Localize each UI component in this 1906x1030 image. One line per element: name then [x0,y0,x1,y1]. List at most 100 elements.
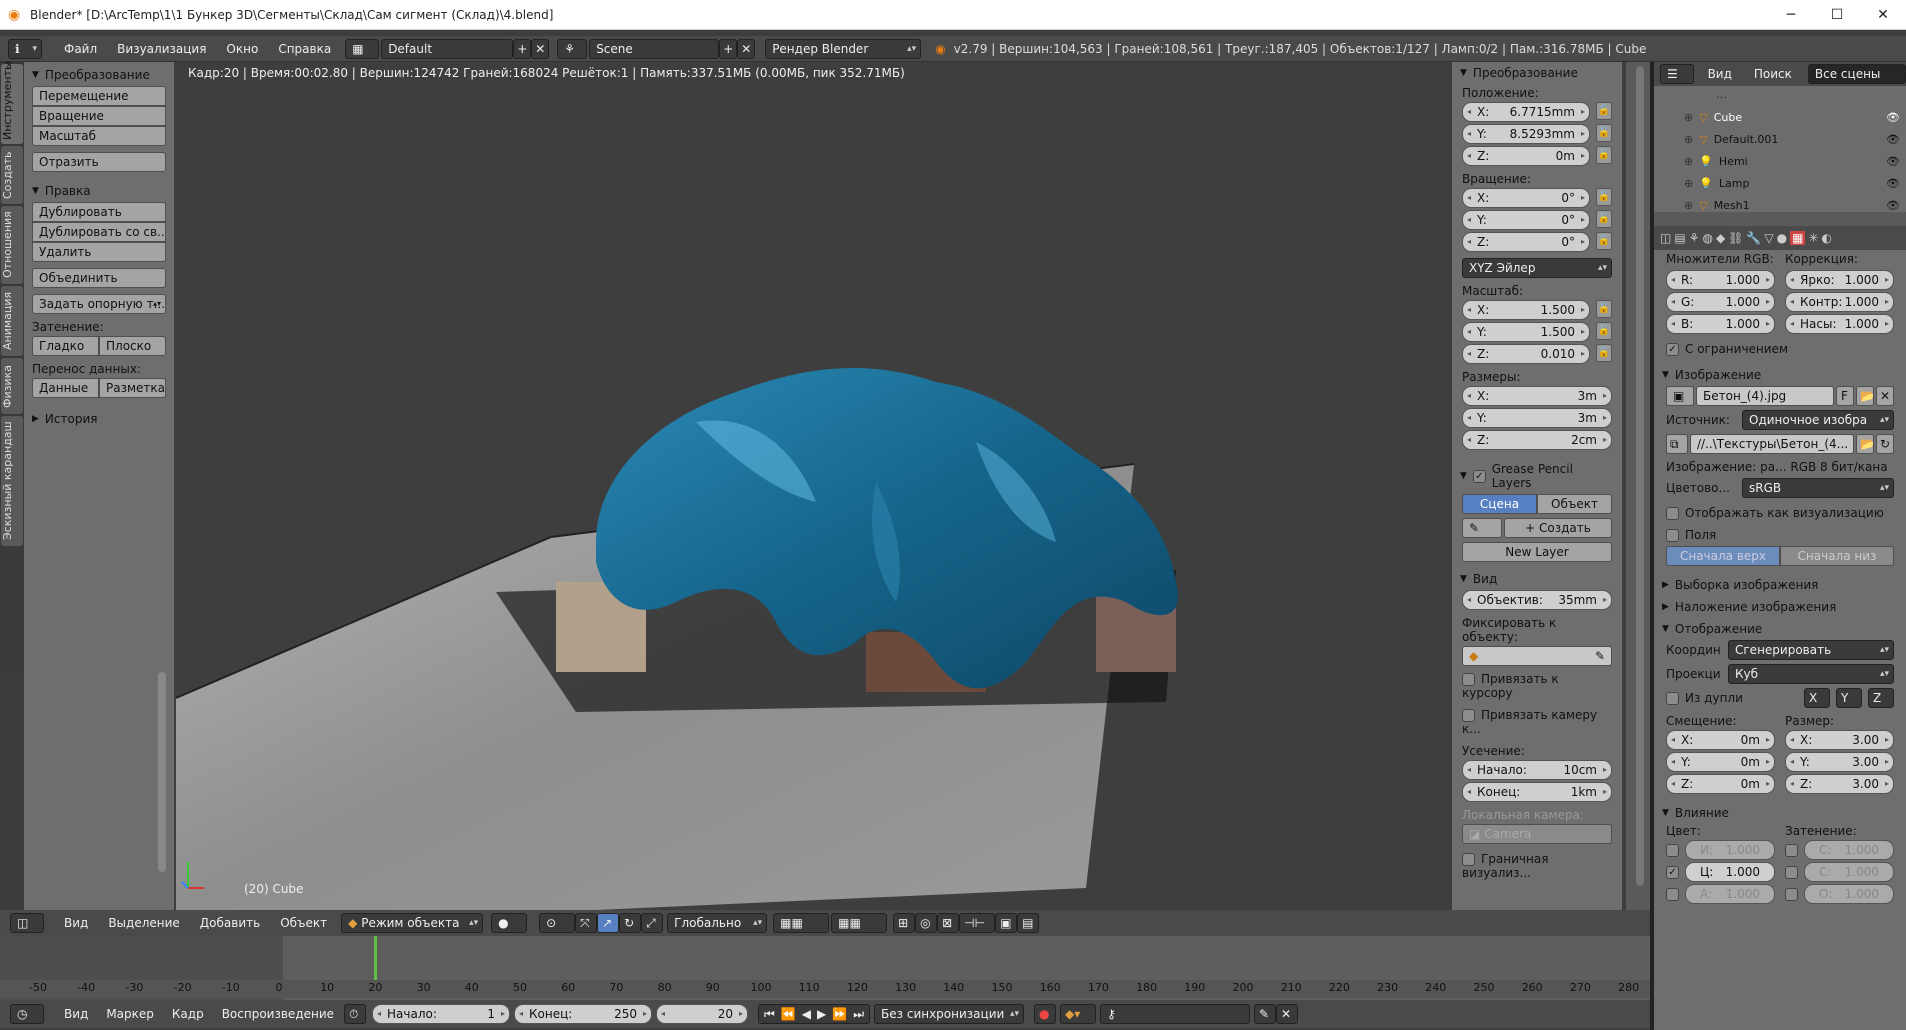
timeline[interactable]: -50 -40 -30 -20 -10 0 10 20 30 40 50 60 70 80 90 100 110… [0,936,1650,1000]
set-origin-select[interactable]: Задать опорную т... ▴▾ [32,294,166,314]
tab-grease-pencil[interactable]: Эскизный карандаш [1,416,23,546]
render-icon[interactable]: ◫ [1660,231,1671,245]
timeline-menu-frame[interactable]: Кадр [172,1007,204,1021]
manipulator-icon[interactable]: ⤧ [575,913,598,933]
lock-icon[interactable]: 🔓 [1596,146,1612,164]
outliner-editor-icon[interactable]: ☰ [1660,64,1694,84]
lock-cursor-checkbox[interactable]: Привязать к курсору [1462,672,1612,700]
open-folder-icon[interactable]: 📂 [1856,386,1874,406]
render-preview-icon[interactable]: ▣ [995,913,1018,933]
scale-z-field[interactable]: ◂ Z: 0.010 ▸ [1462,344,1590,364]
lock-icon[interactable]: 🔓 [1596,102,1612,120]
menu-file[interactable]: Файл [54,42,107,56]
tab-tools[interactable]: Инструменты [1,61,23,144]
render-engine-select[interactable]: Рендер Blender ▴▾ [765,38,922,59]
snap-icon[interactable]: ⊠ [937,913,960,933]
rgb-r-field[interactable]: ◂ R: 1.000 ▸ [1666,270,1775,290]
outliner-row[interactable]: ⊕ 💡 Hemi 👁 [1654,150,1906,172]
view-panel-header[interactable]: ▼ Вид [1452,568,1622,590]
frame-end-field[interactable]: ◂ Конец: 250 ▸ [514,1004,653,1024]
mode-select[interactable]: ◆ Режим объекта ▴▾ [341,913,484,933]
layers-icon[interactable]: ▤ [1674,231,1685,245]
contrast-field[interactable]: ◂ Контр: 1.000 ▸ [1785,292,1894,312]
outliner-hscroll[interactable] [1654,212,1906,226]
lock-icon[interactable]: 🔓 [1596,210,1612,228]
physics-icon[interactable]: ◐ [1821,231,1831,245]
menu-help[interactable]: Справка [268,42,341,56]
modifier-icon[interactable]: 🔧 [1746,231,1761,245]
object-icon[interactable]: ◆ [1716,231,1725,245]
location-y-field[interactable]: ◂ Y: 8.5293mm ▸ [1462,124,1590,144]
rgb-b-field[interactable]: ◂ B: 1.000 ▸ [1666,314,1775,334]
data-icon[interactable]: ▽ [1764,231,1773,245]
orientation-select[interactable]: Глобально ▴▾ [667,913,768,933]
scene-icon[interactable]: ⚘ [557,38,588,59]
tool-shelf-scrollbar[interactable] [158,672,166,872]
duplicate-linked-button[interactable]: Дублировать со св... [32,222,166,242]
tab-physics[interactable]: Физика [1,358,23,414]
image-name-field[interactable]: Бетон_(4).jpg [1696,386,1834,406]
lens-field[interactable]: ◂ Объектив: 35mm ▸ [1462,590,1612,610]
world-icon[interactable]: ◍ [1702,231,1712,245]
outliner-row[interactable]: ⊕ ▽ Default.001 👁 [1654,128,1906,150]
unlink-icon[interactable]: ✕ [1876,386,1894,406]
play-icon[interactable]: ▶ [817,1005,826,1023]
upper-field-first-button[interactable]: Сначала верх [1666,546,1780,566]
scale-manipulator-icon[interactable]: ⤢ [641,913,664,933]
history-panel-header[interactable]: ▶ История [24,408,174,430]
duplicate-button[interactable]: Дублировать [32,202,166,222]
offset-x-field[interactable]: ◂ X: 0m ▸ [1666,730,1775,750]
rotation-y-field[interactable]: ◂ Y: 0° ▸ [1462,210,1590,230]
delete-button[interactable]: Удалить [32,242,166,262]
viewport-menu-object[interactable]: Объект [280,916,327,930]
pack-icon[interactable]: ⧉ [1666,434,1688,454]
npanel-scrollbar[interactable] [1636,66,1644,886]
timeline-editor-icon[interactable]: ◷ [10,1004,44,1024]
menu-render[interactable]: Визуализация [107,42,216,56]
screen-layout-icon[interactable]: ▦ [345,38,380,59]
scene-icon[interactable]: ⚘ [1689,231,1700,245]
outliner-filter-select[interactable]: Все сцены [1807,64,1906,84]
preview-range-icon[interactable]: ⏱ [344,1004,367,1024]
particles-icon[interactable]: ✳ [1808,231,1818,245]
sync-mode-select[interactable]: Без синхронизации ▴▾ [874,1004,1025,1024]
lock-icon[interactable]: 🔓 [1596,188,1612,206]
translate-button[interactable]: Перемещение [32,86,166,106]
data-transfer-button[interactable]: Данные [32,378,99,398]
lock-icon[interactable]: 🔓 [1596,124,1612,142]
influence-alpha-field[interactable]: А: 1.000 [1685,884,1775,904]
eyedropper-icon[interactable]: ✎ [1595,647,1605,665]
minimize-icon[interactable]: ─ [1768,0,1814,30]
fields-checkbox[interactable]: Поля [1666,528,1894,542]
offset-y-field[interactable]: ◂ Y: 0m ▸ [1666,752,1775,772]
coordinates-select[interactable]: Сгенерировать ▴▾ [1728,640,1894,660]
prev-keyframe-icon[interactable]: ⏪ [781,1005,796,1023]
dimension-x-field[interactable]: ◂ X: 3m ▸ [1462,386,1612,406]
record-icon[interactable]: ● [1034,1004,1057,1024]
scale-y-field[interactable]: ◂ Y: 1.500 ▸ [1462,322,1590,342]
current-frame-marker[interactable] [374,936,377,984]
size-x-field[interactable]: ◂ X: 3.00 ▸ [1785,730,1894,750]
grease-pencil-panel-header[interactable]: ▼ ✓ Grease Pencil Layers [1452,458,1622,494]
eye-icon[interactable]: 👁 [1886,133,1900,146]
timeline-menu-marker[interactable]: Маркер [106,1007,154,1021]
lock-object-field[interactable]: ◆ ✎ [1462,646,1612,666]
frame-start-field[interactable]: ◂ Начало: 1 ▸ [372,1004,511,1024]
gp-scene-tab[interactable]: Сцена [1462,494,1537,514]
smooth-shading-button[interactable]: Гладко [32,336,99,356]
rotate-manipulator-icon[interactable]: ↻ [619,913,642,933]
rotation-x-field[interactable]: ◂ X: 0° ▸ [1462,188,1590,208]
mapping-z-select[interactable]: Z [1868,688,1894,708]
from-dupli-checkbox[interactable]: Из дупли [1666,691,1798,705]
image-sampling-header[interactable]: ▶ Выборка изображения [1654,574,1906,596]
location-x-field[interactable]: ◂ X: 6.7715mm ▸ [1462,102,1590,122]
close-icon[interactable]: ✕ [1860,0,1906,30]
dimension-z-field[interactable]: ◂ Z: 2cm ▸ [1462,430,1612,450]
active-keying-set-field[interactable]: ⚷ [1100,1004,1251,1024]
file-browse-icon[interactable]: 📂 [1856,434,1874,454]
size-y-field[interactable]: ◂ Y: 3.00 ▸ [1785,752,1894,772]
transform-panel-header[interactable]: ▼ Преобразование [24,64,174,86]
checkbox-checked[interactable]: ✓ [1472,469,1486,483]
fake-user-button[interactable]: F [1836,386,1854,406]
tab-relations[interactable]: Отношения [1,206,23,284]
